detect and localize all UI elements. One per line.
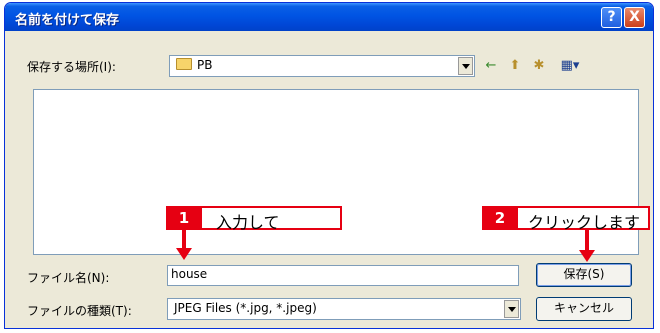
up-folder-icon[interactable]: ⬆ bbox=[505, 57, 525, 75]
callout-step-2-arrow bbox=[585, 230, 589, 252]
save-in-value: PB bbox=[176, 58, 212, 72]
file-name-value: house bbox=[171, 267, 208, 281]
folder-icon bbox=[176, 58, 192, 70]
file-name-label: ファイル名(N): bbox=[27, 271, 110, 285]
file-type-dropdown[interactable]: JPEG Files (*.jpg, *.jpeg) bbox=[167, 298, 521, 320]
callout-step-2: 2 クリックします bbox=[482, 206, 650, 232]
dialog-title: 名前を付けて保存 bbox=[15, 13, 120, 28]
title-bar[interactable]: 名前を付けて保存 ? X bbox=[5, 3, 653, 31]
help-button[interactable]: ? bbox=[601, 7, 622, 28]
cancel-button[interactable]: キャンセル bbox=[536, 297, 632, 321]
callout-step-1-text: 入力して bbox=[216, 213, 280, 232]
callout-step-1-arrow bbox=[182, 230, 186, 250]
save-as-dialog: 名前を付けて保存 ? X 保存する場所(I): PB ← ⬆ ✱ ▦▾ ファイル… bbox=[4, 2, 654, 329]
arrow-down-icon bbox=[176, 248, 192, 260]
arrow-down-icon bbox=[579, 250, 595, 262]
callout-step-1-number: 1 bbox=[166, 206, 202, 230]
callout-step-1: 1 入力して bbox=[166, 206, 342, 232]
chevron-down-icon[interactable] bbox=[504, 300, 519, 318]
file-type-label: ファイルの種類(T): bbox=[27, 304, 132, 318]
file-type-value: JPEG Files (*.jpg, *.jpeg) bbox=[174, 301, 317, 315]
callout-step-2-number: 2 bbox=[482, 206, 518, 230]
file-name-input[interactable]: house bbox=[167, 265, 519, 286]
new-folder-icon[interactable]: ✱ bbox=[529, 57, 549, 75]
save-button[interactable]: 保存(S) bbox=[536, 263, 632, 287]
view-menu-icon[interactable]: ▦▾ bbox=[555, 57, 585, 75]
save-in-dropdown[interactable]: PB bbox=[169, 55, 475, 77]
back-icon[interactable]: ← bbox=[481, 57, 501, 75]
chevron-down-icon[interactable] bbox=[458, 57, 473, 75]
save-in-label: 保存する場所(I): bbox=[27, 60, 116, 74]
callout-step-2-text: クリックします bbox=[528, 213, 641, 232]
save-in-folder-name: PB bbox=[197, 58, 213, 72]
close-button[interactable]: X bbox=[624, 7, 645, 28]
